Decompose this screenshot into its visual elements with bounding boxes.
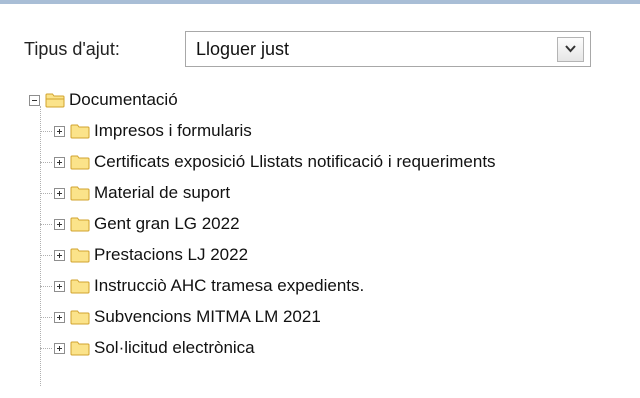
dropdown-button[interactable] bbox=[557, 37, 584, 62]
tree-node-folder[interactable]: Prestacions LJ 2022 bbox=[54, 241, 248, 269]
tree-guide-line bbox=[40, 106, 41, 386]
folder-icon bbox=[70, 124, 90, 139]
plus-box-icon[interactable] bbox=[54, 187, 65, 199]
folder-icon bbox=[70, 341, 90, 356]
tree-guide-branch bbox=[40, 224, 52, 225]
tree-node-folder[interactable]: Gent gran LG 2022 bbox=[54, 210, 240, 238]
folder-icon bbox=[70, 217, 90, 232]
tree-node-label: Material de suport bbox=[94, 183, 231, 202]
folder-icon bbox=[70, 186, 90, 201]
window-top-border bbox=[0, 0, 640, 4]
tree-node-folder[interactable]: Instrucciò AHC tramesa expedients. bbox=[54, 272, 364, 300]
tree-node-label: Gent gran LG 2022 bbox=[94, 214, 240, 233]
plus-box-icon[interactable] bbox=[54, 125, 65, 137]
tree-guide-branch bbox=[40, 317, 52, 318]
plus-box-icon[interactable] bbox=[54, 280, 65, 292]
plus-box-icon[interactable] bbox=[54, 342, 65, 354]
tree-node-folder[interactable]: Impresos i formularis bbox=[54, 117, 252, 145]
aid-type-select[interactable]: Lloguer just bbox=[185, 31, 591, 67]
folder-icon bbox=[70, 310, 90, 325]
tree-guide-branch bbox=[40, 286, 52, 287]
folder-open-icon bbox=[45, 93, 65, 108]
tree-node-label: Sol·licitud electrònica bbox=[94, 338, 255, 357]
tree-node-label: Prestacions LJ 2022 bbox=[94, 245, 249, 264]
tree-node-folder[interactable]: Certificats exposició Llistats notificac… bbox=[54, 148, 496, 176]
tree-guide-branch bbox=[40, 193, 52, 194]
folder-icon bbox=[70, 279, 90, 294]
tree-guide-branch bbox=[40, 131, 52, 132]
tree-node-label: Documentació bbox=[69, 90, 178, 109]
minus-box-icon[interactable] bbox=[29, 94, 40, 106]
plus-box-icon[interactable] bbox=[54, 156, 65, 168]
tree-guide-branch bbox=[40, 348, 52, 349]
chevron-down-icon bbox=[565, 45, 576, 53]
tree-node-folder[interactable]: Sol·licitud electrònica bbox=[54, 334, 255, 362]
tree-node-folder[interactable]: Material de suport bbox=[54, 179, 230, 207]
folder-icon bbox=[70, 248, 90, 263]
plus-box-icon[interactable] bbox=[54, 218, 65, 230]
plus-box-icon[interactable] bbox=[54, 311, 65, 323]
tree-guide-branch bbox=[40, 162, 52, 163]
aid-type-selected-value: Lloguer just bbox=[196, 39, 290, 59]
folder-icon bbox=[70, 155, 90, 170]
tree-node-folder[interactable]: Subvencions MITMA LM 2021 bbox=[54, 303, 321, 331]
aid-type-label: Tipus d'ajut: bbox=[24, 38, 120, 59]
aid-type-filter: Tipus d'ajut: Lloguer just bbox=[24, 30, 591, 68]
tree-node-label: Certificats exposició Llistats notificac… bbox=[94, 152, 496, 171]
tree-node-root[interactable]: Documentació bbox=[29, 86, 178, 114]
tree-node-label: Subvencions MITMA LM 2021 bbox=[94, 307, 321, 326]
plus-box-icon[interactable] bbox=[54, 249, 65, 261]
tree-node-label: Instrucciò AHC tramesa expedients. bbox=[94, 276, 365, 295]
tree-node-label: Impresos i formularis bbox=[94, 121, 252, 140]
tree-guide-branch bbox=[40, 255, 52, 256]
